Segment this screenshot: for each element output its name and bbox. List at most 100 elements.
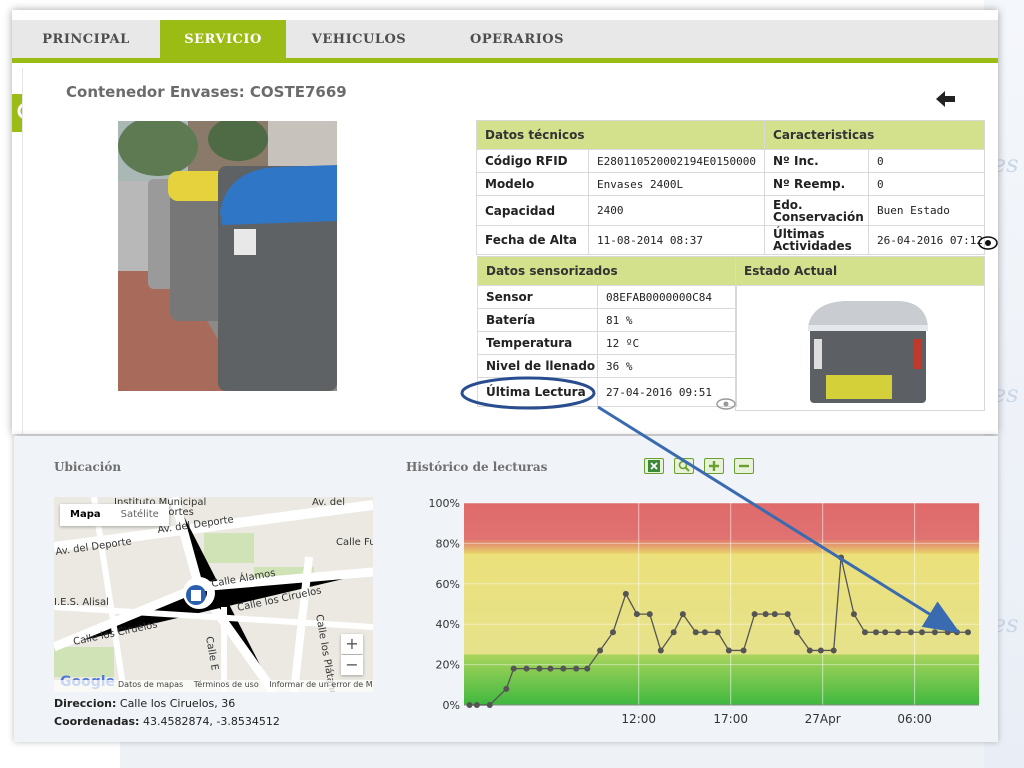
- chart-zoom-in-button[interactable]: [704, 458, 724, 474]
- field-label: Edo. Conservación: [764, 195, 870, 226]
- map-street-label: Av. del: [312, 497, 345, 508]
- field-label: Nº Inc.: [764, 149, 870, 173]
- eye-icon[interactable]: [978, 236, 998, 250]
- data-point: [873, 629, 879, 636]
- eye-icon[interactable]: [716, 398, 736, 410]
- data-point: [486, 702, 493, 708]
- data-point: [560, 665, 567, 672]
- field-label: Últimas Actividades: [764, 225, 870, 255]
- container-detail-window: PRINCIPAL SERVICIO VEHICULOS OPERARIOS C…: [12, 10, 998, 434]
- field-label: Batería: [477, 308, 598, 332]
- field-label: Modelo: [476, 172, 589, 196]
- field-label: Código RFID: [476, 149, 589, 173]
- export-excel-button[interactable]: [644, 458, 664, 474]
- table-row: Nivel de llenado 36 %: [477, 354, 738, 378]
- data-point: [584, 665, 591, 672]
- field-value: 11-08-2014 08:37: [587, 225, 766, 255]
- tab-principal[interactable]: PRINCIPAL: [12, 20, 160, 58]
- coordenadas-label: Coordenadas:: [54, 715, 140, 728]
- location-map[interactable]: Instituto Municipal Av. del portes Av. d…: [54, 497, 373, 692]
- data-point: [609, 629, 616, 636]
- estado-actual-header: Estado Actual: [735, 256, 985, 286]
- y-tick-label: 80%: [436, 537, 460, 550]
- data-point: [670, 629, 677, 636]
- address-line: Direccion: Calle los Ciruelos, 36: [54, 697, 235, 710]
- map-zoom-in-button[interactable]: +: [341, 634, 363, 654]
- table-row: Sensor 08EFAB0000000C84: [477, 285, 738, 309]
- tab-servicio[interactable]: SERVICIO: [160, 20, 286, 58]
- map-street-label: Calle Fu: [336, 537, 373, 548]
- data-point: [573, 665, 580, 672]
- chart-search-button[interactable]: [674, 458, 694, 474]
- plus-icon: [709, 461, 719, 471]
- data-point: [466, 702, 473, 708]
- data-point: [944, 629, 951, 636]
- data-point: [523, 665, 530, 672]
- data-point: [646, 611, 653, 618]
- field-value: Envases 2400L: [587, 172, 766, 196]
- tab-vehiculos[interactable]: VEHICULOS: [300, 20, 418, 58]
- map-street-label: I.E.S. Alisal: [54, 597, 109, 608]
- data-point: [740, 647, 747, 654]
- field-value: 26-04-2016 07:12: [868, 225, 986, 255]
- data-point: [751, 611, 758, 618]
- map-zoom-out-button[interactable]: −: [341, 655, 363, 675]
- table-row: Fecha de Alta 11-08-2014 08:37 Últimas A…: [476, 225, 986, 255]
- x-tick-label: 06:00: [897, 712, 932, 726]
- back-arrow-icon[interactable]: [936, 90, 956, 108]
- data-point: [784, 611, 791, 618]
- field-value: 08EFAB0000000C84: [596, 285, 738, 309]
- historico-title: Histórico de lecturas: [406, 460, 548, 474]
- slide-footer-decoration: [120, 740, 984, 768]
- field-value: 81 %: [596, 308, 738, 332]
- map-report-link[interactable]: Informar de un error de Mapa: [269, 680, 373, 689]
- x-tick-label: 17:00: [713, 712, 748, 726]
- data-point: [547, 665, 554, 672]
- excel-icon: [648, 460, 660, 472]
- data-point: [473, 702, 480, 708]
- x-tick-label: 27Apr: [805, 712, 841, 726]
- minus-icon: [739, 464, 749, 468]
- data-point: [692, 629, 699, 636]
- data-point: [597, 647, 604, 654]
- map-terms-link[interactable]: Términos de uso: [194, 680, 259, 689]
- data-point: [633, 611, 640, 618]
- field-label: Nº Reemp.: [764, 172, 870, 196]
- map-type-satelite[interactable]: Satélite: [111, 504, 169, 526]
- readings-history-chart: 0% 20% 40% 60% 80% 100% 12:00 17:00 27Apr 06:00: [429, 497, 979, 726]
- page-title: Contenedor Envases: COSTE7669: [66, 83, 347, 101]
- field-value: 12 ºC: [596, 331, 738, 355]
- data-point: [503, 685, 510, 692]
- map-footer: Datos de mapas Términos de uso Informar …: [54, 680, 373, 692]
- tab-operarios[interactable]: OPERARIOS: [452, 20, 582, 58]
- y-tick-label: 40%: [436, 618, 460, 631]
- field-label: Capacidad: [476, 195, 589, 226]
- main-nav: PRINCIPAL SERVICIO VEHICULOS OPERARIOS: [12, 20, 998, 63]
- chart-band-green: [464, 654, 979, 705]
- ubicacion-title: Ubicación: [54, 460, 122, 474]
- map-data-link[interactable]: Datos de mapas: [118, 680, 183, 689]
- x-tick-label: 12:00: [621, 712, 656, 726]
- chart-zoom-out-button[interactable]: [734, 458, 754, 474]
- technical-data-table: Datos técnicos Caracteristicas Código RF…: [475, 120, 986, 255]
- container-status-image: [808, 301, 928, 403]
- data-point: [806, 647, 813, 654]
- direccion-label: Direccion:: [54, 697, 117, 710]
- field-label: Fecha de Alta: [476, 225, 589, 255]
- data-point: [882, 629, 889, 636]
- field-value: 2400: [587, 195, 766, 226]
- y-tick-label: 100%: [429, 497, 460, 510]
- field-value: 0: [868, 149, 986, 173]
- data-point: [830, 647, 837, 654]
- search-icon: [678, 460, 690, 472]
- table-row: Código RFID E280110520002194E0150000 Nº …: [476, 149, 986, 173]
- data-point: [762, 611, 769, 618]
- y-tick-label: 20%: [436, 659, 460, 672]
- table-row: Temperatura 12 ºC: [477, 331, 738, 355]
- datos-tecnicos-header: Datos técnicos: [475, 120, 766, 150]
- data-point: [714, 629, 721, 636]
- field-label: Temperatura: [477, 331, 598, 355]
- annotation-ellipse: [460, 376, 596, 410]
- field-label: Nivel de llenado: [477, 354, 598, 378]
- map-type-mapa[interactable]: Mapa: [60, 504, 111, 526]
